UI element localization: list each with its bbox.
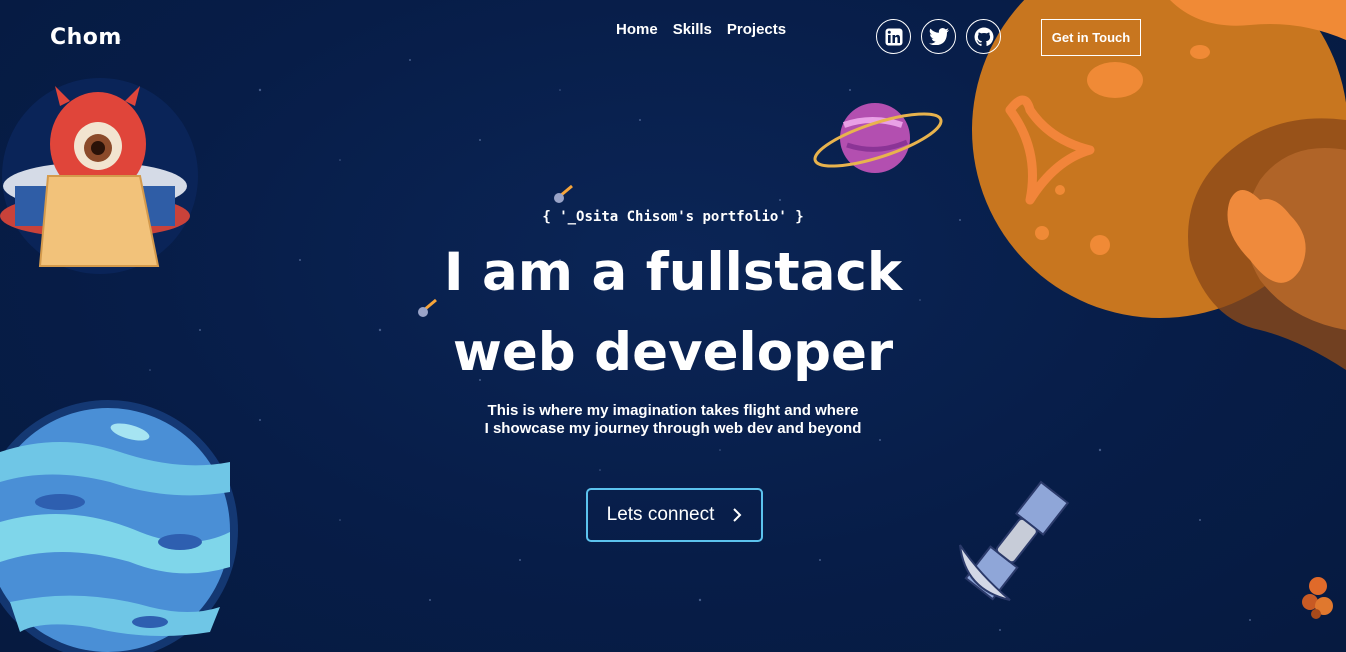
get-in-touch-button[interactable]: Get in Touch: [1041, 19, 1141, 56]
hero-description-line-1: This is where my imagination takes fligh…: [487, 402, 859, 419]
social-links: [876, 19, 1001, 54]
chevron-right-icon: [733, 508, 742, 522]
github-icon[interactable]: [966, 19, 1001, 54]
headline-line-2: web developer: [452, 322, 894, 383]
nav-link-skills[interactable]: Skills: [673, 21, 712, 38]
comet-icon: [418, 298, 437, 317]
lets-connect-button[interactable]: Lets connect: [586, 488, 763, 542]
comet-icon: [554, 184, 573, 203]
headline-line-1: I am a fullstack: [443, 242, 903, 303]
brand-logo[interactable]: Chom: [50, 25, 122, 50]
lets-connect-label: Lets connect: [606, 504, 715, 525]
navbar: Chom Home Skills Projects Get in Touch: [0, 0, 1346, 75]
asteroid-illustration: [1302, 577, 1333, 619]
linkedin-icon[interactable]: [876, 19, 911, 54]
nav-link-home[interactable]: Home: [616, 21, 658, 38]
portfolio-tagline: { '_Osita Chisom's portfolio' }: [542, 209, 804, 225]
ringed-planet-illustration: [813, 103, 943, 173]
hero-description: This is where my imagination takes fligh…: [0, 402, 1346, 438]
nav-links: Home Skills Projects: [616, 21, 786, 38]
nav-link-projects[interactable]: Projects: [727, 21, 786, 38]
hero-description-line-2: I showcase my journey through web dev an…: [484, 420, 862, 437]
satellite-illustration: [959, 480, 1070, 601]
twitter-icon[interactable]: [921, 19, 956, 54]
